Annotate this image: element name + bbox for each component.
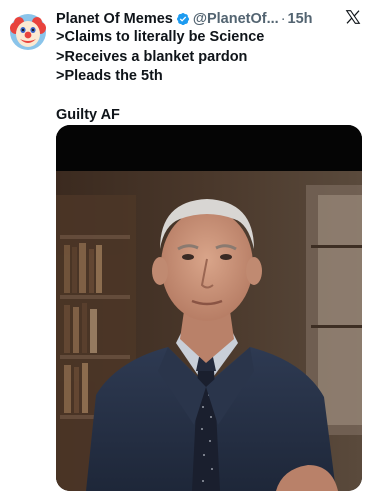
x-logo-icon [345, 10, 361, 24]
user-handle[interactable]: @PlanetOf... [193, 11, 279, 27]
tweet-header: Planet Of Memes @PlanetOf... · 15h [56, 9, 363, 29]
tweet-line: >Receives a blanket pardon [56, 48, 248, 65]
display-name[interactable]: Planet Of Memes [56, 11, 173, 27]
clown-avatar-icon [10, 14, 46, 50]
tweet-line: >Pleads the 5th [56, 68, 163, 84]
tweet-line: >Claims to literally be Science [56, 29, 265, 45]
avatar[interactable] [9, 13, 47, 51]
tweet-card[interactable]: Planet Of Memes @PlanetOf... · 15h >Clai… [0, 0, 371, 500]
timestamp[interactable]: 15h [288, 11, 313, 27]
tweet-line: Guilty AF [56, 107, 120, 123]
tweet-text: >Claims to literally be Science >Receive… [56, 28, 356, 126]
separator-dot: · [280, 11, 286, 27]
photo-portrait-man-in-suit [56, 125, 362, 491]
verified-badge-icon[interactable] [176, 12, 190, 26]
tweet-photo[interactable] [56, 125, 362, 491]
